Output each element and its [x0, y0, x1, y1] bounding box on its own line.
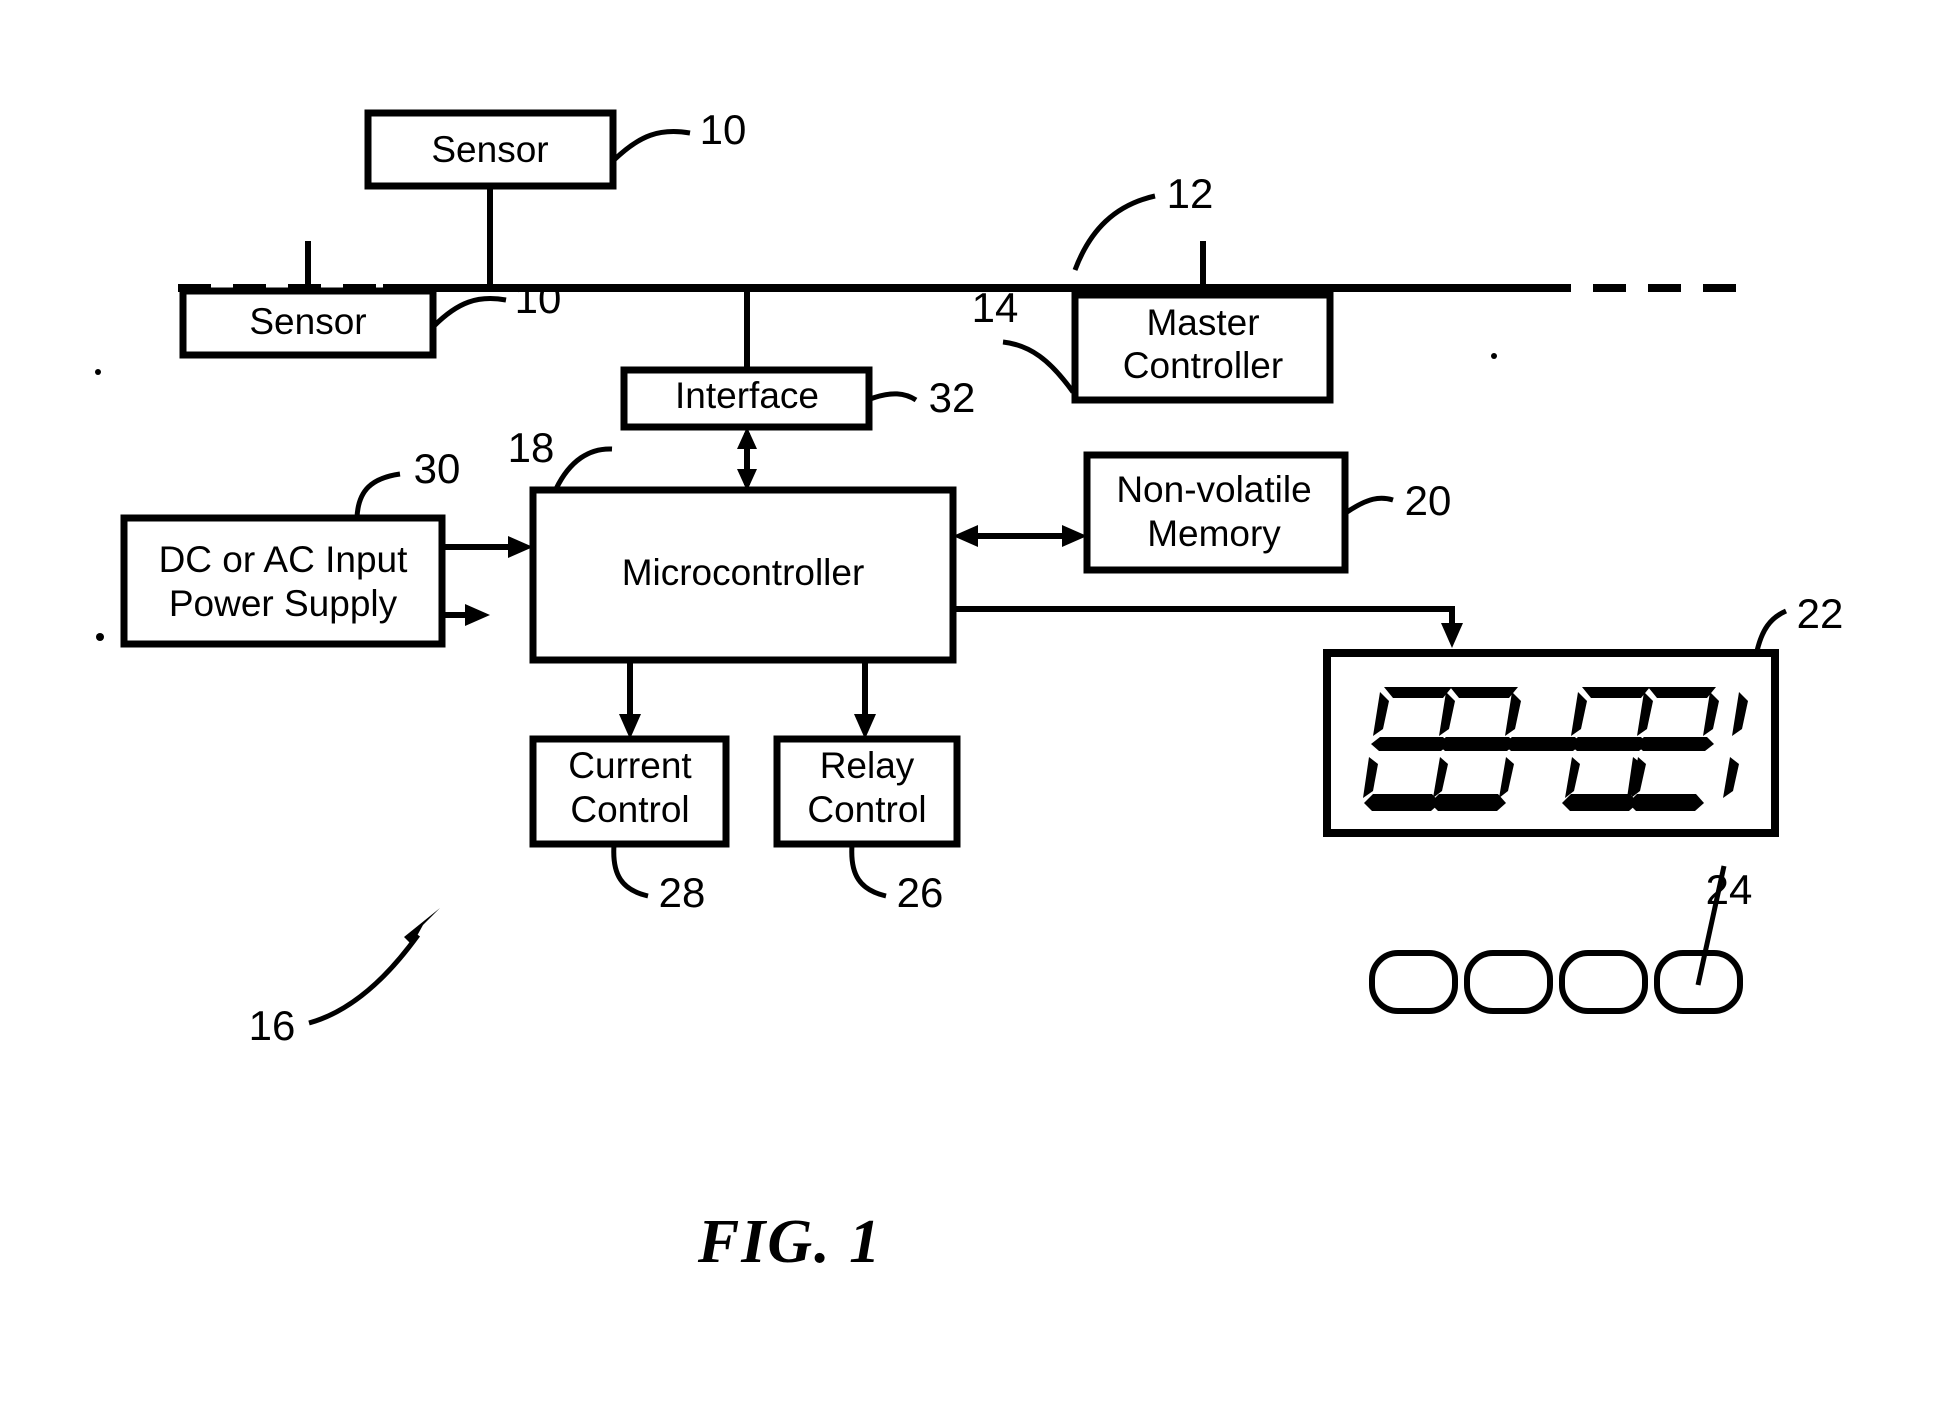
- memory-leader: [1345, 495, 1394, 515]
- power-to-mcu-arrows: [443, 536, 533, 626]
- scan-speck-1: [1491, 353, 1497, 359]
- block-relay-control: Relay Control: [773, 661, 961, 848]
- sensor-top-leader: [612, 128, 691, 162]
- ref-label-10-left: 10: [515, 275, 562, 322]
- current-control-leader: [611, 844, 649, 899]
- figure-canvas: 12 Sensor 10 Sensor 10 Master Controller: [95, 106, 1844, 1276]
- master-controller-label-line2: Controller: [1123, 345, 1283, 386]
- sensor-left-leader: [432, 295, 507, 328]
- ref-label-30: 30: [414, 445, 461, 492]
- display-button-2[interactable]: [1464, 950, 1553, 1014]
- display-button-1[interactable]: [1369, 950, 1458, 1014]
- system-callout-arrow: [308, 908, 440, 1026]
- ref-label-14: 14: [972, 284, 1019, 331]
- arrowhead-down-display: [1441, 623, 1463, 648]
- ref-label-16: 16: [249, 1002, 296, 1049]
- memory-label-line2: Memory: [1147, 513, 1281, 554]
- power-arrow-2-head: [465, 604, 490, 626]
- power-supply-label-line2: Power Supply: [169, 583, 398, 624]
- current-control-label-line1: Current: [568, 745, 692, 786]
- block-current-control: Current Control: [529, 661, 730, 848]
- power-supply-leader: [354, 471, 401, 519]
- master-controller-leader: [1002, 339, 1076, 394]
- patent-figure: 12 Sensor 10 Sensor 10 Master Controller: [0, 0, 1943, 1403]
- sensor-top-label: Sensor: [431, 129, 548, 170]
- ref-label-10-top: 10: [700, 106, 747, 153]
- interface-microcontroller-link: [737, 427, 757, 491]
- display-button-row: [1369, 950, 1743, 1014]
- microcontroller-leader: [553, 446, 613, 491]
- ref-label-22: 22: [1797, 590, 1844, 637]
- mcu-display-path: [953, 606, 1455, 629]
- display-button-3[interactable]: [1559, 950, 1648, 1014]
- scan-speck-3: [96, 633, 104, 641]
- power-supply-box: [120, 514, 446, 648]
- block-power-supply: DC or AC Input Power Supply: [120, 514, 446, 648]
- block-sensor-left: Sensor: [179, 241, 437, 359]
- interface-leader: [869, 391, 918, 403]
- block-display: [1323, 649, 1779, 1014]
- block-interface: Interface: [620, 288, 873, 431]
- relay-control-label-line2: Control: [807, 789, 926, 830]
- arrowhead-down-relay: [854, 714, 876, 739]
- memory-label-line1: Non-volatile: [1116, 469, 1311, 510]
- relay-control-leader: [849, 844, 887, 899]
- arrowhead-left-mcu: [953, 525, 978, 547]
- display-leader: [1754, 608, 1788, 652]
- power-supply-label-line1: DC or AC Input: [159, 539, 409, 580]
- sensor-left-label: Sensor: [249, 301, 366, 342]
- relay-control-label-line1: Relay: [820, 745, 915, 786]
- interface-label: Interface: [675, 375, 819, 416]
- power-arrow-1-head: [508, 536, 533, 558]
- system-arrowhead: [404, 908, 440, 945]
- mcu-display-link: [953, 606, 1463, 648]
- ref-label-18: 18: [508, 424, 555, 471]
- ref-label-20: 20: [1405, 477, 1452, 524]
- master-controller-label-line1: Master: [1146, 302, 1259, 343]
- block-master-controller: Master Controller: [1071, 241, 1334, 404]
- arrowhead-right-memory: [1062, 525, 1087, 547]
- scan-speck-2: [95, 369, 101, 375]
- ref-label-32: 32: [929, 374, 976, 421]
- ref-label-26: 26: [897, 869, 944, 916]
- ref-label-28: 28: [659, 869, 706, 916]
- mcu-memory-link: [953, 525, 1087, 547]
- microcontroller-label: Microcontroller: [622, 552, 865, 593]
- bus-leader: [1072, 193, 1156, 271]
- ref-label-12: 12: [1167, 170, 1214, 217]
- figure-caption: FIG. 1: [697, 1208, 882, 1276]
- current-control-label-line2: Control: [570, 789, 689, 830]
- ref-label-24: 24: [1706, 866, 1753, 913]
- block-memory: Non-volatile Memory: [1083, 451, 1349, 574]
- block-sensor-top: Sensor: [364, 109, 617, 288]
- arrowhead-down-current: [619, 714, 641, 739]
- block-microcontroller: Microcontroller: [529, 486, 957, 664]
